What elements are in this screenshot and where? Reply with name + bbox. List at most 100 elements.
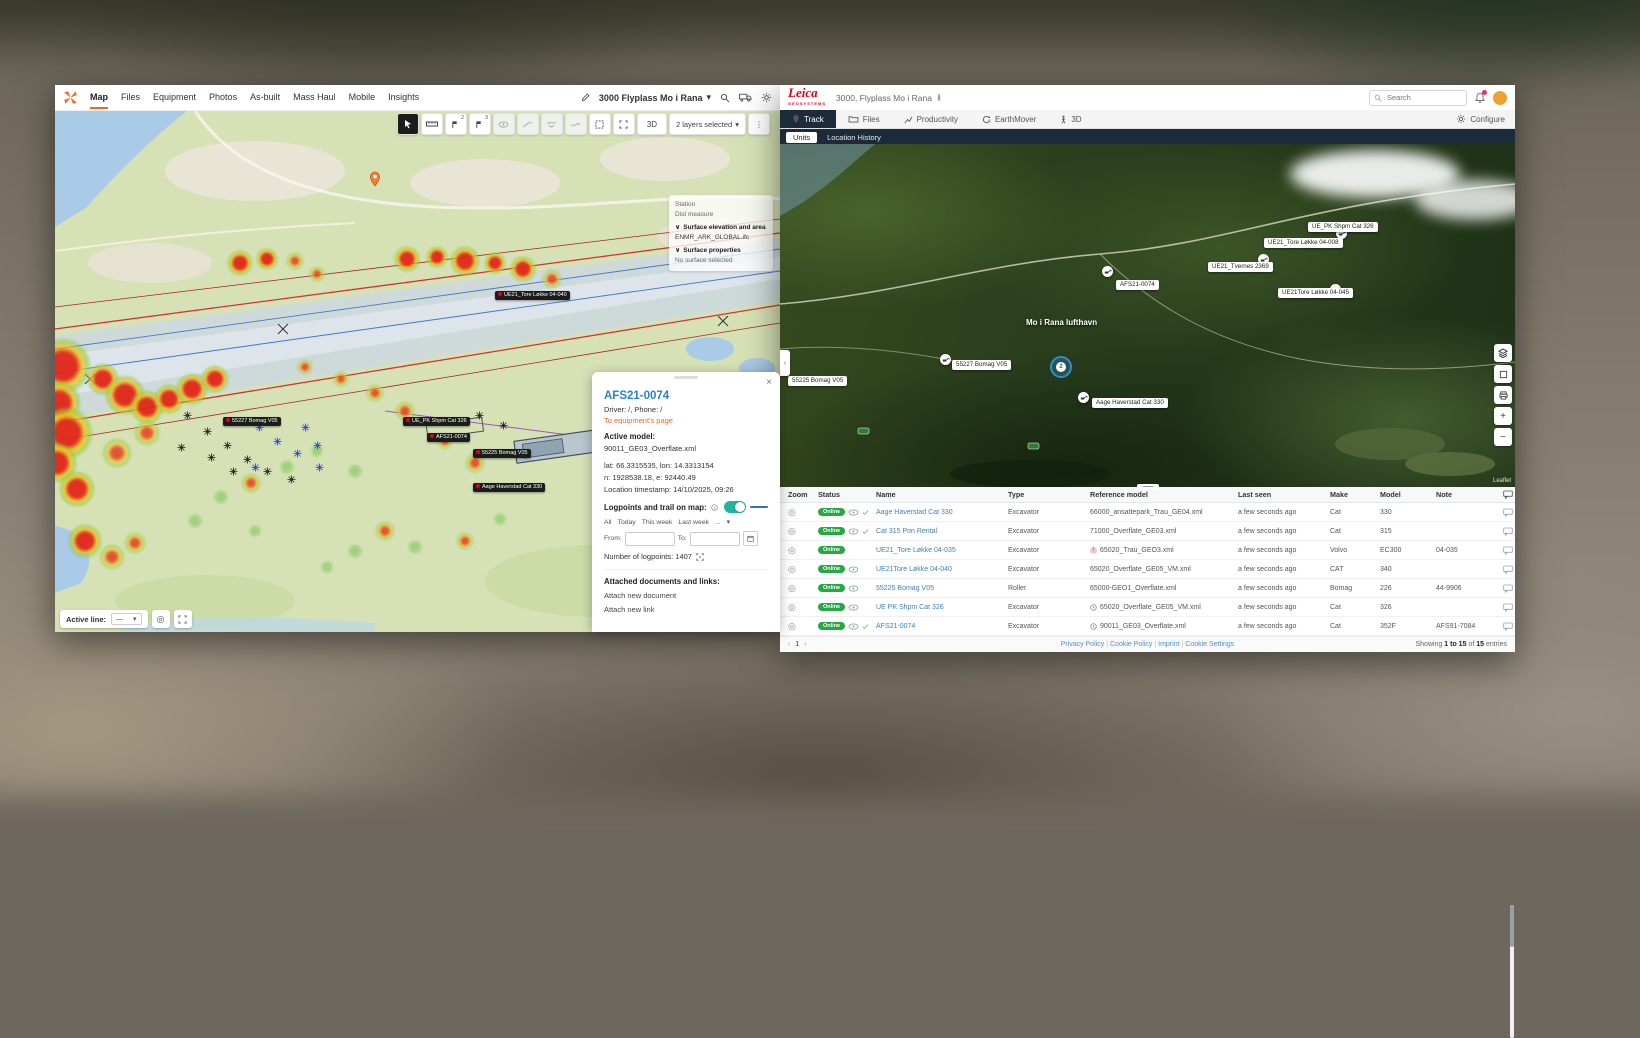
column-header-zoom[interactable]: Zoom xyxy=(788,490,818,499)
active-line-select[interactable]: — ▾ xyxy=(111,613,142,625)
tab-files[interactable]: Files xyxy=(836,110,892,128)
info-icon[interactable] xyxy=(711,504,718,511)
zoom-to-unit-icon[interactable]: ◎ xyxy=(788,564,818,575)
unit-name-link[interactable]: UE PK Shpm Cat 326 xyxy=(876,604,1008,611)
footer-link-cookie-policy[interactable]: Cookie Policy xyxy=(1110,641,1152,648)
subtab-location-history[interactable]: Location History xyxy=(827,133,881,142)
table-row[interactable]: ◎OnlineAFS21-0074Excavator90011_GE03_Ove… xyxy=(780,617,1515,636)
zoom-to-unit-icon[interactable]: ◎ xyxy=(788,583,818,594)
comment-icon[interactable] xyxy=(1500,622,1515,631)
gear-icon[interactable] xyxy=(761,92,772,103)
unit-name-link[interactable]: Aage Haverstad Cat 330 xyxy=(876,509,1008,516)
fleet-icon[interactable] xyxy=(739,93,752,102)
select-tool-button[interactable] xyxy=(589,113,611,135)
tab-3d[interactable]: 3D xyxy=(1048,110,1093,128)
legend-props-header[interactable]: ∨Surface properties xyxy=(675,246,767,256)
unit-label-marker[interactable]: 55225 Bomag V05 xyxy=(788,376,847,386)
user-avatar[interactable] xyxy=(1493,91,1507,105)
layers-control[interactable] xyxy=(1494,344,1512,362)
locate-button[interactable]: ◎ xyxy=(152,610,170,628)
column-header-model[interactable]: Model xyxy=(1380,490,1436,499)
nav-item-photos[interactable]: Photos xyxy=(209,86,237,109)
eye-icon[interactable] xyxy=(848,509,859,516)
map-pin-icon[interactable] xyxy=(369,171,381,187)
fit-extent-button[interactable] xyxy=(174,610,192,628)
close-icon[interactable]: × xyxy=(766,377,772,388)
panel-drag-handle[interactable] xyxy=(674,376,698,379)
legend-surface-header[interactable]: ∨Surface elevation and area xyxy=(675,223,767,233)
profile-tool-button[interactable] xyxy=(565,113,587,135)
attach-link-link[interactable]: Attach new link xyxy=(604,605,768,614)
nav-item-mobile[interactable]: Mobile xyxy=(349,86,376,109)
flag-tool-button[interactable]: 3 xyxy=(469,113,491,135)
panel-collapse-handle[interactable]: ‹ xyxy=(780,350,790,376)
to-date-input[interactable] xyxy=(690,532,740,546)
unit-label-marker[interactable]: 55227 Bomag V05 xyxy=(952,360,1011,370)
comment-icon[interactable] xyxy=(1500,565,1515,574)
from-date-input[interactable] xyxy=(625,532,675,546)
search-icon[interactable] xyxy=(720,93,730,103)
unit-icon-marker[interactable] xyxy=(1102,266,1113,277)
unit-icon-marker[interactable] xyxy=(1078,392,1089,403)
machine-tag[interactable]: 55225 Bomag V05 xyxy=(473,449,531,458)
selected-unit-marker[interactable]: 2 xyxy=(1050,356,1072,378)
comment-icon[interactable] xyxy=(1500,584,1515,593)
unit-label-marker[interactable]: AFS21-0074 xyxy=(1116,280,1159,290)
nav-item-equipment[interactable]: Equipment xyxy=(153,86,196,109)
search-input[interactable] xyxy=(1385,92,1453,103)
machine-tag[interactable]: 55227 Bomag V05 xyxy=(223,417,281,426)
table-row[interactable]: ◎Online55225 Bomag V05Roller65000-GEO1_O… xyxy=(780,579,1515,598)
table-row[interactable]: ◎OnlineAage Haverstad Cat 330Excavator66… xyxy=(780,503,1515,522)
page-prev-icon[interactable]: ‹ xyxy=(788,641,790,648)
page-next-icon[interactable]: › xyxy=(804,641,806,648)
tab-track[interactable]: Track xyxy=(780,110,836,128)
nav-item-as-built[interactable]: As-built xyxy=(250,86,280,109)
slope-tool-button[interactable] xyxy=(517,113,539,135)
filter-chip-all[interactable]: All xyxy=(604,519,612,526)
nav-item-insights[interactable]: Insights xyxy=(388,86,419,109)
zoom-to-unit-icon[interactable]: ◎ xyxy=(788,526,818,537)
footer-link-privacy-policy[interactable]: Privacy Policy xyxy=(1061,641,1105,648)
column-header-last-seen[interactable]: Last seen xyxy=(1238,490,1330,499)
fullscreen-control[interactable] xyxy=(1494,365,1512,383)
table-scrollbar[interactable] xyxy=(1510,905,1514,1038)
table-row[interactable]: ◎OnlineUE21_Tore Løkke 04-035Excavator!6… xyxy=(780,541,1515,560)
infrakit-logo-icon[interactable] xyxy=(63,90,78,105)
eye-icon[interactable] xyxy=(848,585,859,592)
eye-tool-button[interactable] xyxy=(493,113,515,135)
footer-link-cookie-settings[interactable]: Cookie Settings xyxy=(1185,641,1234,648)
machine-tag[interactable]: Aage Haverstad Cat 330 xyxy=(473,483,545,492)
calendar-icon[interactable] xyxy=(743,531,758,546)
unit-label-marker[interactable]: UE21_Tvernes 2369 xyxy=(1208,262,1273,272)
attach-document-link[interactable]: Attach new document xyxy=(604,591,768,600)
project-selector[interactable]: 3000 Flyplass Mo i Rana ▾ xyxy=(599,92,711,103)
caret-down-icon[interactable]: ▾ xyxy=(727,518,730,526)
unit-name-link[interactable]: AFS21-0074 xyxy=(876,623,1008,630)
comment-icon[interactable] xyxy=(1500,603,1515,612)
unit-name-link[interactable]: UE21Tore Løkke 04-040 xyxy=(876,566,1008,573)
comment-icon[interactable] xyxy=(1500,508,1515,517)
eye-icon[interactable] xyxy=(848,604,859,611)
table-drag-handle[interactable] xyxy=(1137,484,1159,489)
column-header-make[interactable]: Make xyxy=(1330,490,1380,499)
table-row[interactable]: ◎OnlineUE PK Shpm Cat 326Excavator65020_… xyxy=(780,598,1515,617)
unit-label-marker[interactable]: Aage Haverstad Cat 330 xyxy=(1092,398,1168,408)
flag-tool-button[interactable]: 2 xyxy=(445,113,467,135)
unit-name-link[interactable]: 55225 Bomag V05 xyxy=(876,585,1008,592)
layers-selector[interactable]: 2 layers selected▾ xyxy=(669,113,746,135)
frame-zoom-icon[interactable] xyxy=(696,553,704,561)
unit-name-link[interactable]: UE21_Tore Løkke 04-035 xyxy=(876,547,1008,554)
eye-icon[interactable] xyxy=(848,528,859,535)
fit-tool-button[interactable] xyxy=(613,113,635,135)
column-header-note[interactable]: Note xyxy=(1436,490,1500,499)
legend-surface-file[interactable]: ENMR_ARK_GLOBAL.ifc xyxy=(675,233,767,243)
print-control[interactable] xyxy=(1494,386,1512,404)
zoom-to-unit-icon[interactable]: ◎ xyxy=(788,621,818,632)
subtab-units[interactable]: Units xyxy=(786,132,817,143)
zoom-to-unit-icon[interactable]: ◎ xyxy=(788,545,818,556)
flatten-tool-button[interactable] xyxy=(541,113,563,135)
filter-chip-today[interactable]: Today xyxy=(618,519,636,526)
machine-tag[interactable]: UE21_Tore Løkke 04-040 xyxy=(495,291,570,300)
configure-button[interactable]: Configure xyxy=(1446,110,1515,128)
conx-map-canvas[interactable]: 55227 Bomag V05 55225 Bomag V05 Aage Haver… xyxy=(780,144,1515,487)
